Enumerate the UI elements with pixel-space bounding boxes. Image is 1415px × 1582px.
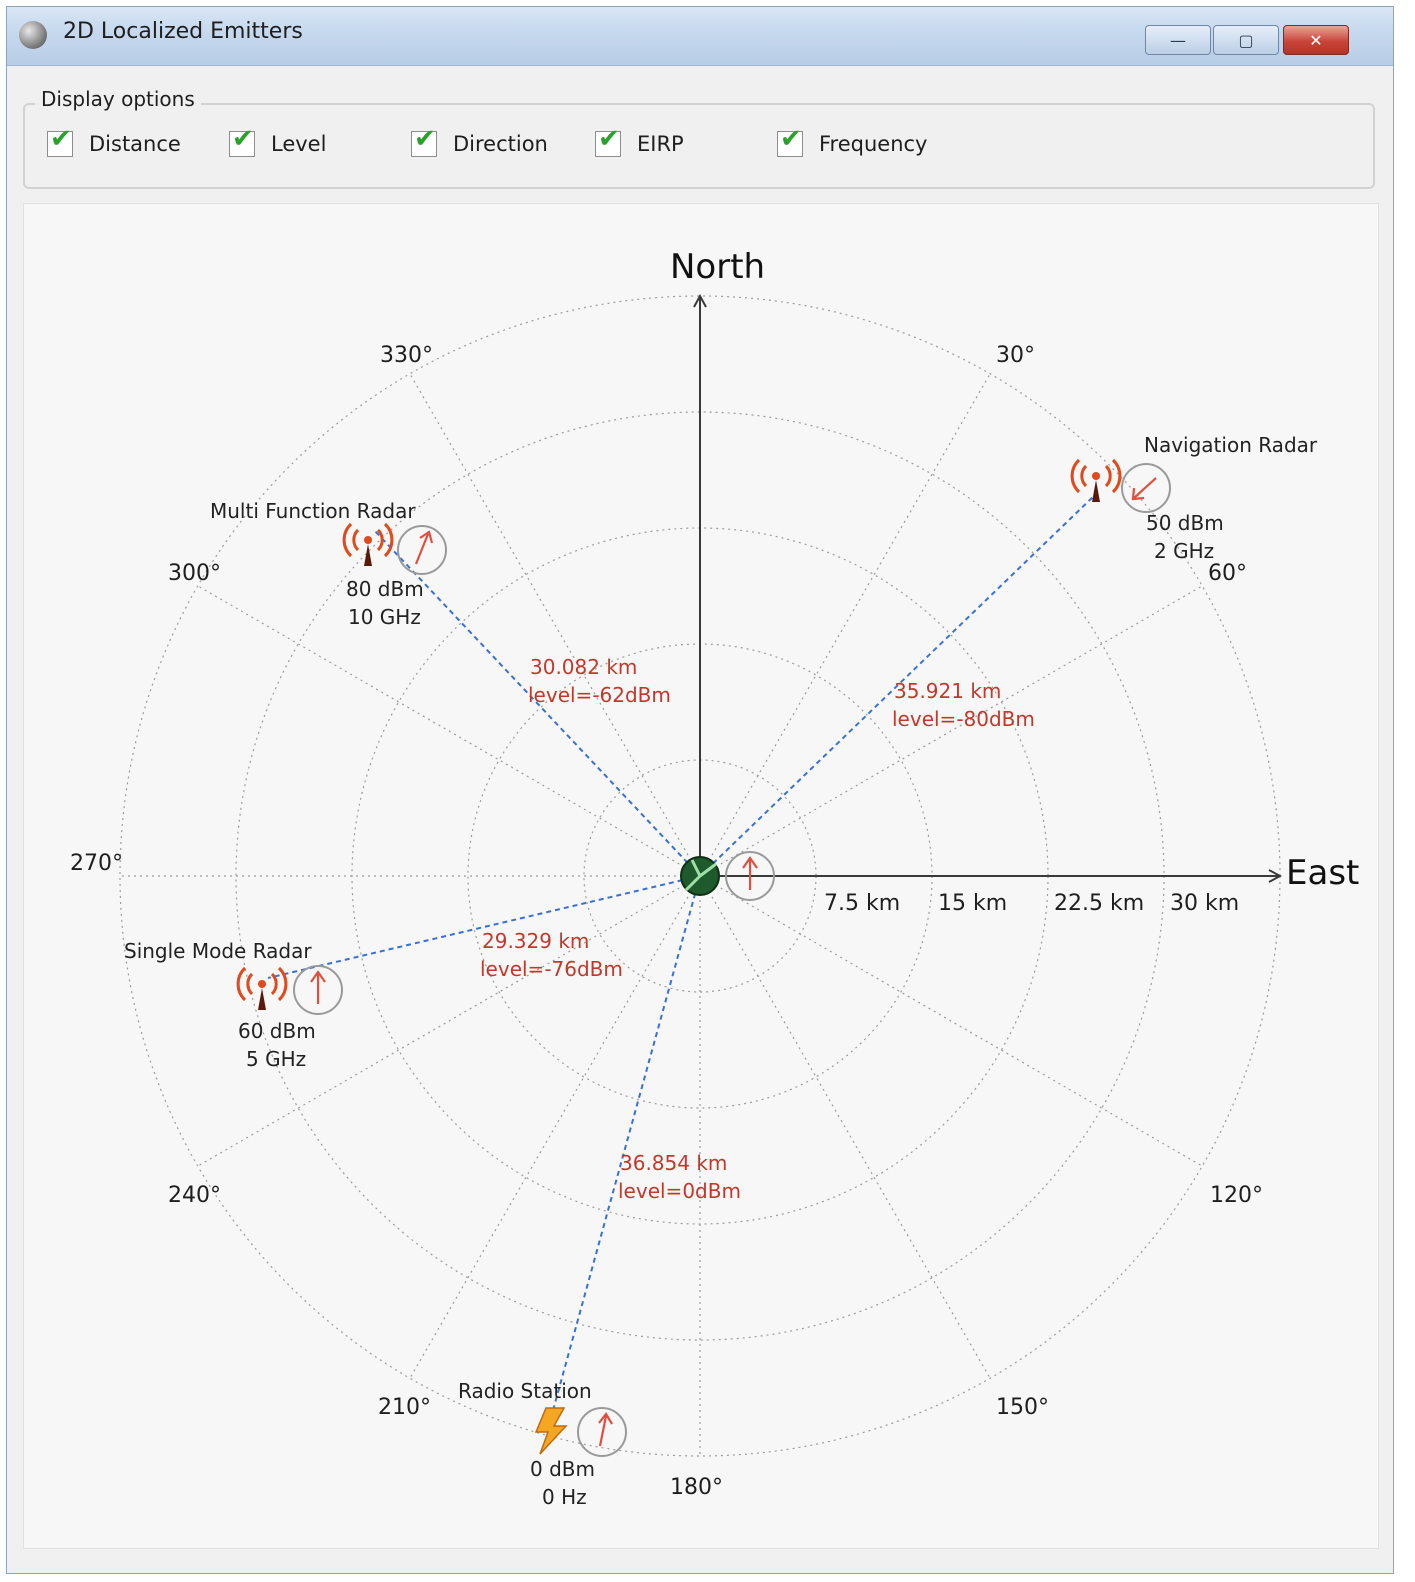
polar-plot-panel: North East 30° 60° 120° 150° 180° 210° 2…	[23, 203, 1379, 1549]
maximize-icon: ▢	[1238, 30, 1254, 50]
emitter-name: Single Mode Radar	[124, 939, 312, 963]
checkbox-level-box[interactable]: ✔	[229, 126, 255, 157]
minimize-icon: —	[1170, 30, 1186, 50]
checkmark-icon: ✔	[414, 124, 436, 154]
angle-label-300: 300°	[168, 561, 221, 586]
checkbox-frequency-box[interactable]: ✔	[777, 126, 803, 157]
checkbox-eirp-label: EIRP	[637, 132, 684, 156]
direction-arrow-icon	[1131, 477, 1157, 501]
angle-label-30: 30°	[996, 343, 1035, 368]
polar-plot[interactable]: North East 30° 60° 120° 150° 180° 210° 2…	[24, 204, 1378, 1548]
level-radio-station: level=0dBm	[618, 1179, 741, 1203]
checkmark-icon: ✔	[598, 124, 620, 154]
emitter-navigation-radar[interactable]: Navigation Radar 50 dBm 2 GHz	[1070, 433, 1318, 563]
checkbox-direction[interactable]: ✔ Direction	[411, 126, 548, 157]
app-icon	[19, 21, 47, 49]
angle-label-150: 150°	[996, 1395, 1049, 1420]
distance-label: 22.5 km	[1054, 891, 1144, 916]
emitter-frequency: 0 Hz	[542, 1485, 587, 1509]
direction-arrow-icon	[742, 856, 758, 890]
angle-label-210: 210°	[378, 1395, 431, 1420]
lightning-icon	[534, 1407, 568, 1455]
close-button[interactable]: ✕	[1283, 25, 1349, 55]
emitter-name: Radio Station	[458, 1379, 592, 1403]
level-navigation-radar: level=-80dBm	[892, 707, 1035, 731]
angle-label-180: 180°	[670, 1475, 723, 1500]
checkbox-distance-label: Distance	[89, 132, 181, 156]
bearing-spoke	[409, 373, 701, 877]
distance-navigation-radar: 35.921 km	[894, 679, 1001, 703]
emitter-eirp: 60 dBm	[238, 1019, 316, 1043]
direction-arrow-icon	[310, 970, 326, 1004]
distance-radio-station: 36.854 km	[620, 1151, 727, 1175]
bearing-spoke	[197, 585, 701, 877]
checkbox-level-label: Level	[271, 132, 327, 156]
angle-label-60: 60°	[1208, 561, 1247, 586]
display-options-legend: Display options	[35, 87, 201, 111]
distance-label: 30 km	[1170, 891, 1239, 916]
emitter-eirp: 50 dBm	[1146, 511, 1224, 535]
minimize-button[interactable]: —	[1145, 25, 1211, 55]
checkbox-direction-box[interactable]: ✔	[411, 126, 437, 157]
distance-multi-function-radar: 30.082 km	[530, 655, 637, 679]
emitter-frequency: 10 GHz	[348, 605, 421, 629]
checkbox-level[interactable]: ✔ Level	[229, 126, 327, 157]
checkmark-icon: ✔	[50, 124, 72, 154]
window-title: 2D Localized Emitters	[63, 19, 303, 44]
level-single-mode-radar: level=-76dBm	[480, 957, 623, 981]
checkbox-frequency[interactable]: ✔ Frequency	[777, 126, 928, 157]
direction-arrow-icon	[414, 530, 434, 565]
angle-label-240: 240°	[168, 1183, 221, 1208]
distance-label: 15 km	[938, 891, 1007, 916]
close-icon: ✕	[1309, 30, 1323, 50]
distance-single-mode-radar: 29.329 km	[482, 929, 589, 953]
checkbox-frequency-label: Frequency	[819, 132, 928, 156]
east-label: East	[1286, 853, 1359, 893]
distance-label: 7.5 km	[824, 891, 900, 916]
checkbox-eirp-box[interactable]: ✔	[595, 126, 621, 157]
bearing-spoke	[699, 875, 1203, 1167]
emitter-frequency: 2 GHz	[1154, 539, 1214, 563]
emitter-eirp: 0 dBm	[530, 1457, 595, 1481]
bearing-spoke	[699, 373, 991, 877]
checkbox-distance-box[interactable]: ✔	[47, 126, 73, 157]
north-label: North	[670, 247, 765, 287]
checkmark-icon: ✔	[780, 124, 802, 154]
angle-label-330: 330°	[380, 343, 433, 368]
emitter-name: Navigation Radar	[1144, 433, 1318, 457]
display-options-group	[23, 103, 1375, 189]
radar-antenna-icon	[1070, 458, 1122, 502]
angle-label-270: 270°	[70, 851, 123, 876]
maximize-button[interactable]: ▢	[1213, 25, 1279, 55]
checkbox-eirp[interactable]: ✔ EIRP	[595, 126, 684, 157]
emitter-multi-function-radar[interactable]: Multi Function Radar 80 dBm 10 GHz	[210, 499, 447, 629]
direction-arrow-icon	[598, 1412, 613, 1447]
title-bar[interactable]: 2D Localized Emitters — ▢ ✕	[7, 7, 1393, 66]
radar-antenna-icon	[236, 966, 288, 1010]
bearing-spoke	[699, 875, 991, 1379]
bearing-spoke	[699, 585, 1203, 877]
emitter-single-mode-radar[interactable]: Single Mode Radar 60 dBm 5 GHz	[124, 939, 343, 1071]
emitter-eirp: 80 dBm	[346, 577, 424, 601]
emitter-name: Multi Function Radar	[210, 499, 416, 523]
radar-antenna-icon	[342, 522, 394, 566]
emitter-radio-station[interactable]: Radio Station 0 dBm 0 Hz	[458, 1379, 627, 1509]
checkbox-direction-label: Direction	[453, 132, 548, 156]
emitter-frequency: 5 GHz	[246, 1047, 306, 1071]
app-window: 2D Localized Emitters — ▢ ✕ Display opti…	[6, 6, 1394, 1574]
checkbox-distance[interactable]: ✔ Distance	[47, 126, 181, 157]
level-multi-function-radar: level=-62dBm	[528, 683, 671, 707]
angle-label-120: 120°	[1210, 1183, 1263, 1208]
checkmark-icon: ✔	[232, 124, 254, 154]
